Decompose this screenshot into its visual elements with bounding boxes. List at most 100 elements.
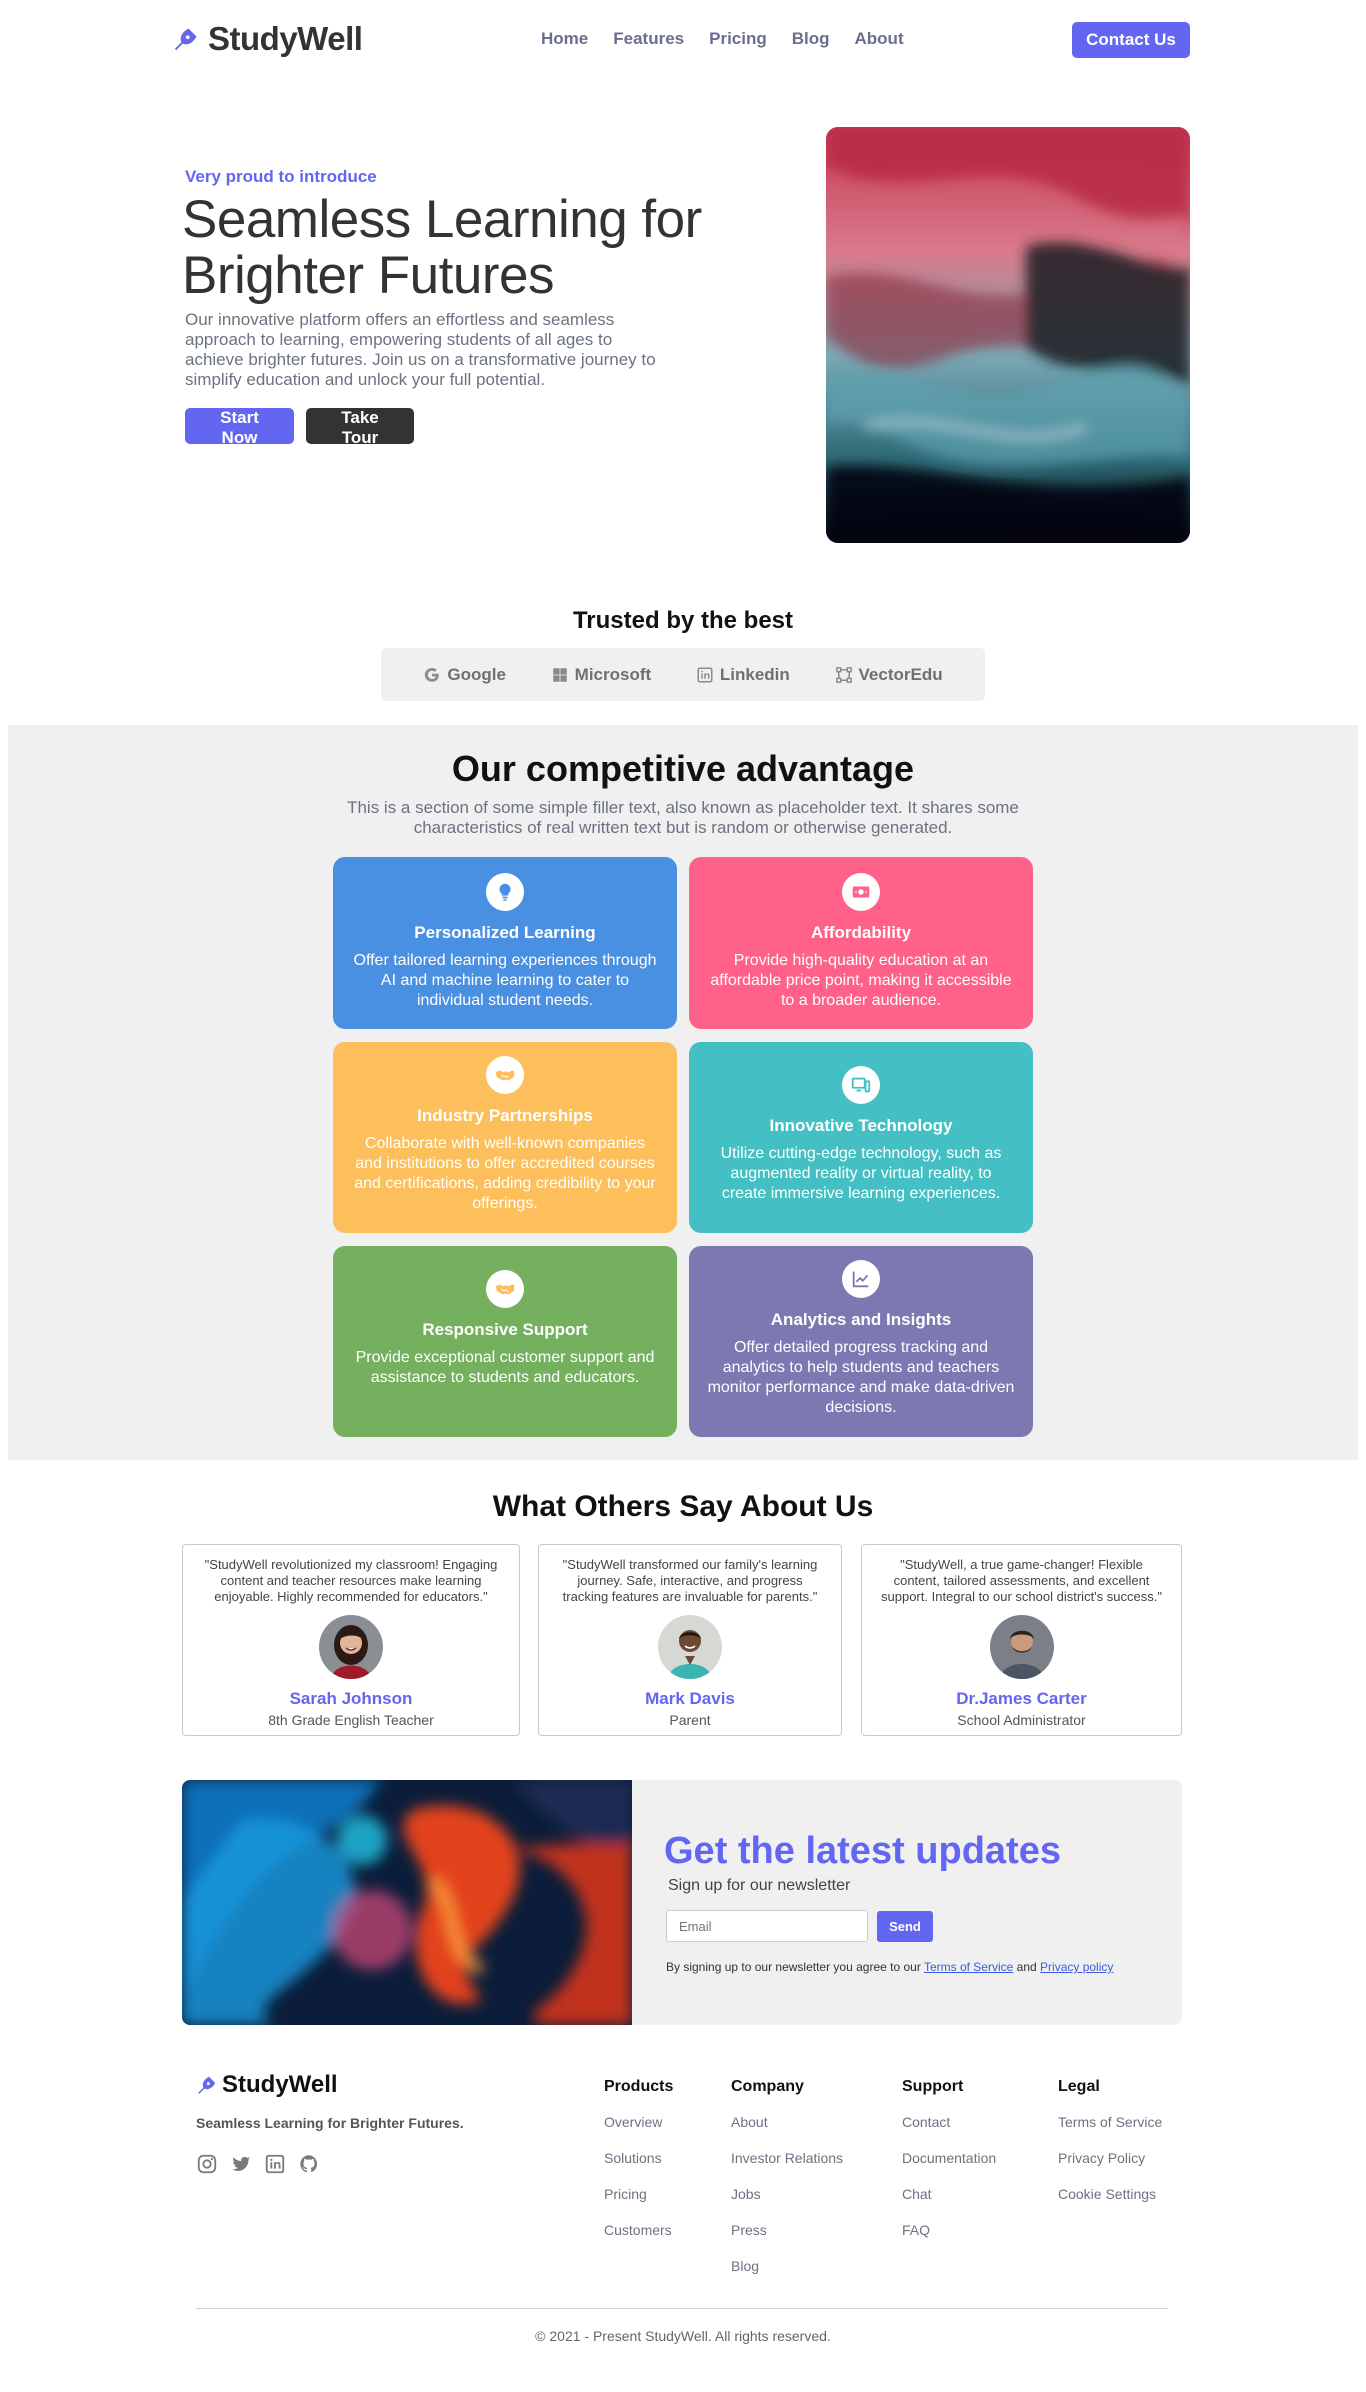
trusted-vectoredu-label: VectorEdu — [858, 664, 943, 684]
footer-logo-text: StudyWell — [222, 2071, 338, 2098]
privacy-link[interactable]: Privacy policy — [1040, 1960, 1113, 1974]
trusted-title: Trusted by the best — [572, 607, 794, 634]
footer-link[interactable]: Investor Relations — [731, 2150, 843, 2186]
footer-col-title: Legal — [1058, 2078, 1100, 2095]
nav-link-about[interactable]: About — [855, 29, 904, 49]
send-button[interactable]: Send — [877, 1911, 933, 1942]
trusted-linkedin: Linkedin — [696, 665, 790, 685]
avatar — [319, 1615, 383, 1679]
footer-link[interactable]: Press — [731, 2222, 843, 2258]
footer-link[interactable]: About — [731, 2114, 843, 2150]
trusted-vectoredu: VectorEdu — [835, 665, 943, 685]
footer-logo[interactable]: StudyWell — [196, 2071, 338, 2099]
card-text: Collaborate with well-known companies an… — [354, 1135, 656, 1212]
nav-link-blog[interactable]: Blog — [792, 29, 830, 49]
chart-line-icon — [842, 1260, 880, 1298]
nav-link-pricing[interactable]: Pricing — [709, 29, 767, 49]
avatar — [989, 1615, 1054, 1679]
advantage-title: Our competitive advantage — [451, 748, 915, 789]
card-industry-partnerships: Industry Partnerships Collaborate with w… — [333, 1042, 677, 1233]
footer-link[interactable]: Pricing — [604, 2186, 673, 2222]
footer-col-legal: Legal Terms of Service Privacy Policy Co… — [1058, 2078, 1162, 2222]
hero-title: Seamless Learning for Brighter Futures — [182, 190, 702, 305]
footer-col-support: Support Contact Documentation Chat FAQ — [902, 2078, 996, 2258]
twitter-icon[interactable] — [230, 2153, 252, 2175]
footer-link[interactable]: Terms of Service — [1058, 2114, 1162, 2150]
footer-link[interactable]: Solutions — [604, 2150, 673, 2186]
trusted-linkedin-label: Linkedin — [719, 664, 790, 684]
footer-link[interactable]: Jobs — [731, 2186, 843, 2222]
testimonial-quote: "StudyWell revolutionized my classroom! … — [204, 1557, 498, 1604]
card-title: Affordability — [810, 923, 912, 942]
newsletter-abstract-art — [182, 1780, 632, 2025]
testimonial-name: Mark Davis — [645, 1689, 735, 1708]
card-text: Provide exceptional customer support and… — [355, 1349, 655, 1386]
nav-links: Home Features Pricing Blog About — [541, 29, 929, 49]
advantage-section: Our competitive advantage This is a sect… — [8, 725, 1358, 1460]
trusted-microsoft-label: Microsoft — [574, 664, 652, 684]
linkedin-icon[interactable] — [264, 2153, 286, 2175]
avatar — [658, 1615, 722, 1679]
footer-tagline: Seamless Learning for Brighter Futures. — [196, 2115, 464, 2131]
footer-link[interactable]: Blog — [731, 2258, 843, 2294]
card-personalized-learning: Personalized Learning Offer tailored lea… — [333, 857, 677, 1029]
pen-nib-icon — [174, 28, 197, 51]
legal-prefix: By signing up to our newsletter you agre… — [666, 1960, 921, 1974]
newsletter-title: Get the latest updates — [664, 1830, 1061, 1872]
vector-icon — [835, 666, 852, 683]
legal-and: and — [1016, 1960, 1037, 1974]
card-title: Industry Partnerships — [417, 1106, 593, 1125]
newsletter-image — [182, 1780, 632, 2025]
footer-link[interactable]: Overview — [604, 2114, 673, 2150]
card-analytics-insights: Analytics and Insights Offer detailed pr… — [689, 1246, 1033, 1437]
devices-icon — [842, 1066, 880, 1104]
take-tour-button[interactable]: Take Tour — [306, 408, 414, 447]
footer-link[interactable]: Documentation — [902, 2150, 996, 2186]
testimonial-role: Parent — [669, 1712, 711, 1728]
lightbulb-icon — [486, 873, 524, 911]
footer-col-company: Company About Investor Relations Jobs Pr… — [731, 2078, 843, 2294]
hero-buttons: Start Now Take Tour — [185, 408, 414, 447]
testimonial-card: "StudyWell revolutionized my classroom! … — [182, 1544, 520, 1736]
footer-col-title: Company — [731, 2078, 804, 2095]
instagram-icon[interactable] — [196, 2153, 218, 2175]
newsletter-subtitle: Sign up for our newsletter — [668, 1877, 851, 1894]
advantage-subtitle: This is a section of some simple filler … — [347, 798, 1019, 837]
trusted-microsoft: Microsoft — [551, 664, 652, 685]
testimonial-card: "StudyWell, a true game-changer! Flexibl… — [861, 1544, 1182, 1736]
logo-text: StudyWell — [208, 20, 363, 57]
copyright: © 2021 - Present StudyWell. All rights r… — [535, 2328, 831, 2344]
footer-link[interactable]: Chat — [902, 2186, 996, 2222]
footer-link[interactable]: Customers — [604, 2222, 673, 2258]
start-now-button[interactable]: Start Now — [185, 408, 294, 447]
testimonials-title: What Others Say About Us — [492, 1490, 874, 1523]
logo[interactable]: StudyWell — [172, 20, 363, 58]
footer-link[interactable]: Contact — [902, 2114, 996, 2150]
hero-intro: Very proud to introduce — [185, 167, 377, 186]
testimonial-role: 8th Grade English Teacher — [268, 1712, 434, 1728]
email-input[interactable] — [666, 1910, 868, 1942]
microsoft-icon — [552, 667, 567, 682]
nav-link-features[interactable]: Features — [613, 29, 684, 49]
github-icon[interactable] — [298, 2153, 320, 2175]
newsletter-section: Get the latest updates Sign up for our n… — [182, 1780, 1182, 2025]
hero-abstract-art — [826, 127, 1190, 543]
nav-link-home[interactable]: Home — [541, 29, 588, 49]
footer-link[interactable]: FAQ — [902, 2222, 996, 2258]
trusted-logos-bar: Google Microsoft Linkedin VectorEdu — [381, 648, 985, 701]
footer-link[interactable]: Privacy Policy — [1058, 2150, 1162, 2186]
trusted-google: Google — [423, 665, 506, 685]
card-text: Offer detailed progress tracking and ana… — [707, 1339, 1015, 1416]
testimonial-name: Sarah Johnson — [289, 1689, 413, 1708]
social-links — [196, 2153, 320, 2175]
contact-button[interactable]: Contact Us — [1072, 22, 1190, 58]
money-icon — [842, 873, 880, 911]
terms-link[interactable]: Terms of Service — [924, 1960, 1013, 1974]
footer-link[interactable]: Cookie Settings — [1058, 2186, 1162, 2222]
hero-description: Our innovative platform offers an effort… — [185, 310, 656, 389]
card-responsive-support: Responsive Support Provide exceptional c… — [333, 1246, 677, 1437]
testimonial-name: Dr.James Carter — [956, 1689, 1087, 1708]
footer-col-title: Support — [902, 2078, 964, 2095]
testimonial-quote: "StudyWell transformed our family's lear… — [562, 1557, 818, 1604]
card-title: Innovative Technology — [769, 1116, 953, 1135]
